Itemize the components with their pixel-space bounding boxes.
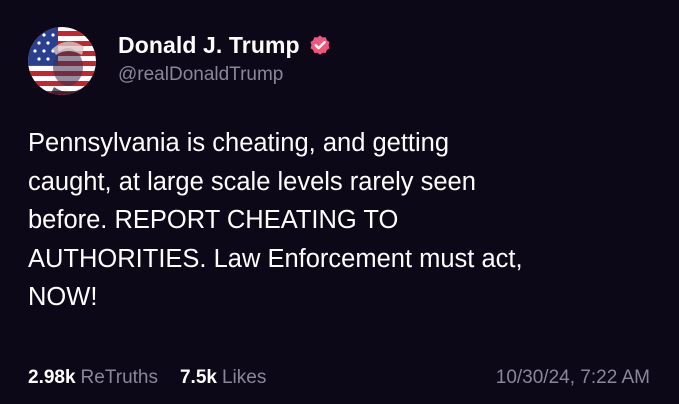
likes-stat[interactable]: 7.5k Likes xyxy=(180,367,266,389)
likes-count: 7.5k xyxy=(179,367,217,388)
name-row: Donald J. Trump xyxy=(118,30,332,60)
flag-portrait-avatar-icon xyxy=(28,27,96,95)
handle[interactable]: @realDonaldTrump xyxy=(118,64,283,86)
display-name[interactable]: Donald J. Trump xyxy=(118,32,300,59)
verified-badge-icon xyxy=(308,33,332,57)
post-text: Pennsylvania is cheating, and getting ca… xyxy=(28,129,523,311)
retruths-count: 2.98k xyxy=(28,367,76,388)
avatar[interactable] xyxy=(28,27,96,95)
stats-row: 2.98k ReTruths 7.5k Likes xyxy=(28,367,288,389)
post-card: Donald J. Trump @realDonaldTrump Pennsyl… xyxy=(0,0,679,404)
timestamp[interactable]: 10/30/24, 7:22 AM xyxy=(496,367,650,389)
likes-label: Likes xyxy=(221,367,267,388)
retruths-stat[interactable]: 2.98k ReTruths xyxy=(28,367,158,389)
retruths-label: ReTruths xyxy=(80,367,158,388)
